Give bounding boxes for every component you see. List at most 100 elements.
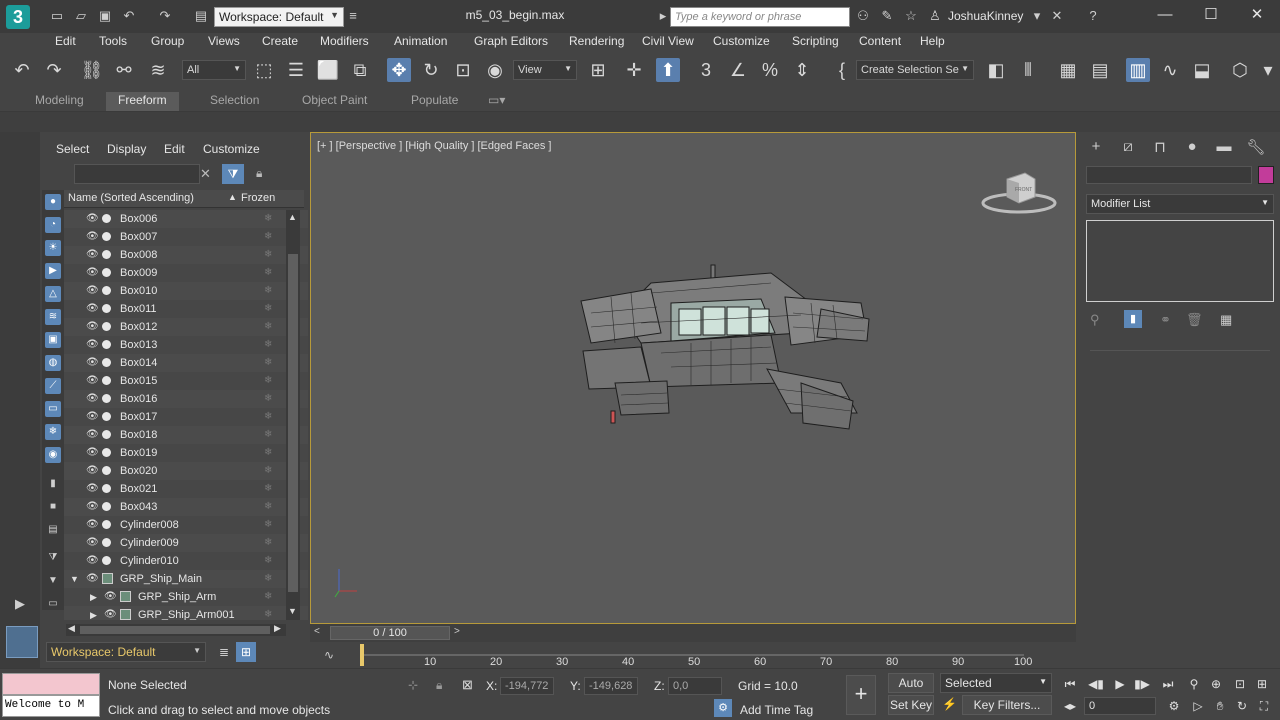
menu-scripting[interactable]: Scripting (792, 33, 839, 49)
scroll-right-icon[interactable]: ▶ (274, 623, 281, 634)
visibility-eye-icon[interactable]: 👁︎ (86, 534, 99, 552)
table-row[interactable]: 👁︎ Box016 ❄ (64, 390, 308, 408)
modifier-list-select[interactable]: Modifier List ▼ (1086, 194, 1274, 214)
show-end-result-icon[interactable]: ▮ (1124, 310, 1142, 328)
subscription-icon[interactable]: ✎ (880, 9, 894, 23)
menu-modifiers[interactable]: Modifiers (320, 33, 369, 49)
field-of-view-icon[interactable]: ▷ (1188, 699, 1208, 717)
pin-stack-icon[interactable]: ⚲ (1090, 312, 1100, 328)
filter-funnel-2-icon[interactable]: ▼ (45, 573, 61, 589)
material-editor-icon[interactable]: ⬡ (1228, 58, 1252, 82)
display-xrefs-icon[interactable]: ◍ (45, 355, 61, 371)
utilities-tab-icon[interactable]: 🔧︎ (1246, 138, 1266, 158)
select-object-icon[interactable]: ⬚ (252, 58, 276, 82)
modifier-stack[interactable] (1086, 220, 1274, 302)
open-file-icon[interactable]: ▱ (74, 9, 88, 23)
freeze-snowflake-icon[interactable]: ❄ (264, 300, 272, 318)
redo-icon[interactable]: ↷ (158, 9, 172, 23)
select-and-scale-icon[interactable]: ⊡ (451, 58, 475, 82)
scroll-up-icon[interactable]: ▲ (288, 212, 297, 222)
freeze-snowflake-icon[interactable]: ❄ (264, 354, 272, 372)
spaceship-model[interactable] (571, 263, 881, 463)
menu-create[interactable]: Create (262, 33, 298, 49)
hierarchy-icon[interactable]: ⊞ (236, 642, 256, 662)
table-row-child[interactable]: ▶ 👁︎ GRP_Ship_Arm001 ❄ (64, 606, 308, 620)
save-icon[interactable]: ▣ (98, 9, 112, 23)
object-name[interactable]: Box010 (120, 282, 157, 300)
visibility-eye-icon[interactable]: 👁︎ (86, 516, 99, 534)
angle-snap-icon[interactable]: ∠ (726, 58, 750, 82)
freeze-snowflake-icon[interactable]: ❄ (264, 390, 272, 408)
object-name[interactable]: GRP_Ship_Arm001 (138, 606, 235, 620)
modify-tab-icon[interactable]: ⧄ (1118, 138, 1138, 158)
pan-icon[interactable]: ✋︎ (1210, 699, 1230, 717)
named-selection-set-select[interactable]: Create Selection Se ▼ (856, 60, 974, 80)
table-row[interactable]: 👁︎ Box010 ❄ (64, 282, 308, 300)
table-row[interactable]: 👁︎ Box007 ❄ (64, 228, 308, 246)
expand-triangle-icon[interactable]: ▶ (90, 606, 97, 620)
schematic-view-icon[interactable]: ⬓ (1190, 58, 1214, 82)
key-filters-button[interactable]: Key Filters... (962, 695, 1052, 715)
object-name[interactable]: Box015 (120, 372, 157, 390)
display-spacewarps-icon[interactable]: ≋ (45, 309, 61, 325)
freeze-snowflake-icon[interactable]: ❄ (264, 318, 272, 336)
visibility-eye-icon[interactable]: 👁︎ (104, 606, 117, 620)
invert-display-icon[interactable]: ▤ (45, 522, 61, 538)
spinner-snap-icon[interactable]: ⇕ (790, 58, 814, 82)
visibility-eye-icon[interactable]: 👁︎ (104, 588, 117, 606)
visibility-eye-icon[interactable]: 👁︎ (86, 426, 99, 444)
visibility-eye-icon[interactable]: 👁︎ (86, 336, 99, 354)
table-row[interactable]: 👁︎ Cylinder008 ❄ (64, 516, 308, 534)
table-row[interactable]: 👁︎ Box009 ❄ (64, 264, 308, 282)
visibility-eye-icon[interactable]: 👁︎ (86, 480, 99, 498)
mirror-icon[interactable]: ◧ (984, 58, 1008, 82)
column-name[interactable]: Name (Sorted Ascending) (68, 192, 194, 204)
column-frozen[interactable]: Frozen (241, 192, 275, 204)
tab-freeform[interactable]: Freeform (106, 92, 179, 111)
configure-modifier-sets-icon[interactable]: ▦ (1220, 312, 1232, 328)
z-coordinate-field[interactable]: 0,0 (668, 677, 722, 695)
display-cameras-icon[interactable]: ▶ (45, 263, 61, 279)
select-and-move-icon[interactable]: ✥ (387, 58, 411, 82)
freeze-snowflake-icon[interactable]: ❄ (264, 264, 272, 282)
display-hidden-icon[interactable]: ◉ (45, 447, 61, 463)
menu-civil-view[interactable]: Civil View (642, 33, 694, 49)
favorites-star-icon[interactable]: ☆ (904, 9, 918, 23)
scroll-left-icon[interactable]: ◀ (68, 623, 75, 634)
motion-tab-icon[interactable]: ● (1182, 138, 1202, 158)
visibility-eye-icon[interactable]: 👁︎ (86, 462, 99, 480)
visibility-eye-icon[interactable]: 👁︎ (86, 390, 99, 408)
freeze-snowflake-icon[interactable]: ❄ (264, 462, 272, 480)
table-row[interactable]: 👁︎ Box015 ❄ (64, 372, 308, 390)
expand-triangle-icon[interactable]: ▶ (90, 588, 97, 606)
search-input[interactable]: Type a keyword or phrase (670, 7, 850, 27)
new-file-icon[interactable]: ▭ (50, 9, 64, 23)
freeze-snowflake-icon[interactable]: ❄ (264, 480, 272, 498)
hscrollbar-thumb[interactable] (80, 626, 270, 634)
object-name[interactable]: Cylinder008 (120, 516, 179, 534)
table-row[interactable]: 👁︎ Box006 ❄ (64, 210, 308, 228)
freeze-snowflake-icon[interactable]: ❄ (264, 228, 272, 246)
table-row[interactable]: 👁︎ Box008 ❄ (64, 246, 308, 264)
binoculars-icon[interactable]: ⚇ (856, 9, 870, 23)
freeze-snowflake-icon[interactable]: ❄ (264, 408, 272, 426)
perspective-viewport[interactable]: [+ ] [Perspective ] [High Quality ] [Edg… (310, 132, 1076, 624)
visibility-eye-icon[interactable]: 👁︎ (86, 228, 99, 246)
isolate-selection-icon[interactable]: ⊹ (408, 678, 418, 692)
table-row[interactable]: 👁︎ Box018 ❄ (64, 426, 308, 444)
table-row[interactable]: 👁︎ Box043 ❄ (64, 498, 308, 516)
explorer-column-header[interactable]: Name (Sorted Ascending) ▲ Frozen (64, 190, 304, 208)
scroll-down-icon[interactable]: ▼ (288, 606, 297, 616)
selection-lock-icon[interactable]: 🔒︎ (436, 678, 442, 693)
user-icon[interactable]: ♙ (928, 9, 942, 23)
table-row[interactable]: 👁︎ Box014 ❄ (64, 354, 308, 372)
key-set-select[interactable]: Selected ▼ (940, 673, 1052, 693)
selection-filter-select[interactable]: All ▼ (182, 60, 246, 80)
freeze-snowflake-icon[interactable]: ❄ (264, 534, 272, 552)
object-name[interactable]: Box011 (120, 300, 157, 318)
undo-icon[interactable]: ↶ (10, 58, 34, 82)
viewport-layout-thumbnail[interactable] (6, 626, 38, 658)
close-icon[interactable]: ✕ (1242, 4, 1272, 26)
time-slider[interactable]: < 0 / 100 > (310, 624, 1076, 642)
display-groups-icon[interactable]: ▣ (45, 332, 61, 348)
